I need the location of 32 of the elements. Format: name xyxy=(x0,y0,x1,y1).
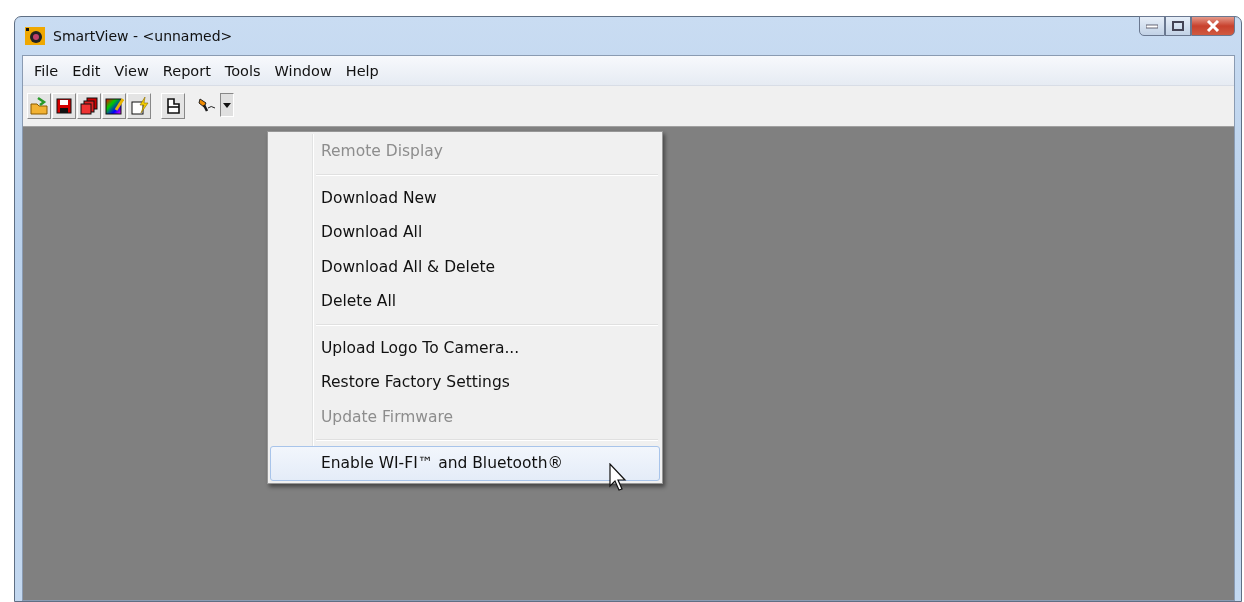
menu-item[interactable]: View xyxy=(107,59,156,82)
toolbar-button[interactable] xyxy=(77,93,101,119)
menu-item[interactable]: Help xyxy=(338,59,386,82)
caret-icon xyxy=(223,102,231,108)
menu-item[interactable]: Window xyxy=(267,59,339,82)
maximize-icon xyxy=(1172,21,1184,31)
close-button[interactable] xyxy=(1191,16,1235,36)
toolbar-button[interactable] xyxy=(52,93,76,119)
menu-item[interactable]: Tools xyxy=(217,59,268,82)
toolbar-button[interactable] xyxy=(161,93,185,119)
folder-icon xyxy=(29,96,49,116)
stacked-pages-icon xyxy=(79,96,99,116)
camera-icon xyxy=(25,26,45,46)
maximize-button[interactable] xyxy=(1165,16,1191,36)
menu-item[interactable]: Upload Logo To Camera... xyxy=(270,330,660,365)
menu-item[interactable]: Report xyxy=(155,59,218,82)
color-palette-icon xyxy=(104,96,124,116)
menu-item[interactable]: Download All xyxy=(270,215,660,250)
dropdown-arrow-button[interactable] xyxy=(220,93,234,117)
menu-item[interactable]: Delete All xyxy=(270,284,660,319)
minimize-icon xyxy=(1146,23,1158,29)
minimize-button[interactable] xyxy=(1139,16,1165,36)
menu-item[interactable]: Download All & Delete xyxy=(270,249,660,284)
close-icon xyxy=(1206,20,1220,32)
page-lightning-icon xyxy=(129,96,149,116)
menu-item[interactable]: File xyxy=(27,59,66,82)
window-title: SmartView - <unnamed> xyxy=(53,28,233,44)
menu-item[interactable]: Download New xyxy=(270,180,660,215)
menu-item[interactable]: Restore Factory Settings xyxy=(270,365,660,400)
menu-item[interactable]: Edit xyxy=(65,59,108,82)
menu-item[interactable]: Enable WI-FI™ and Bluetooth® xyxy=(270,446,660,481)
toolbar-button[interactable] xyxy=(102,93,126,119)
